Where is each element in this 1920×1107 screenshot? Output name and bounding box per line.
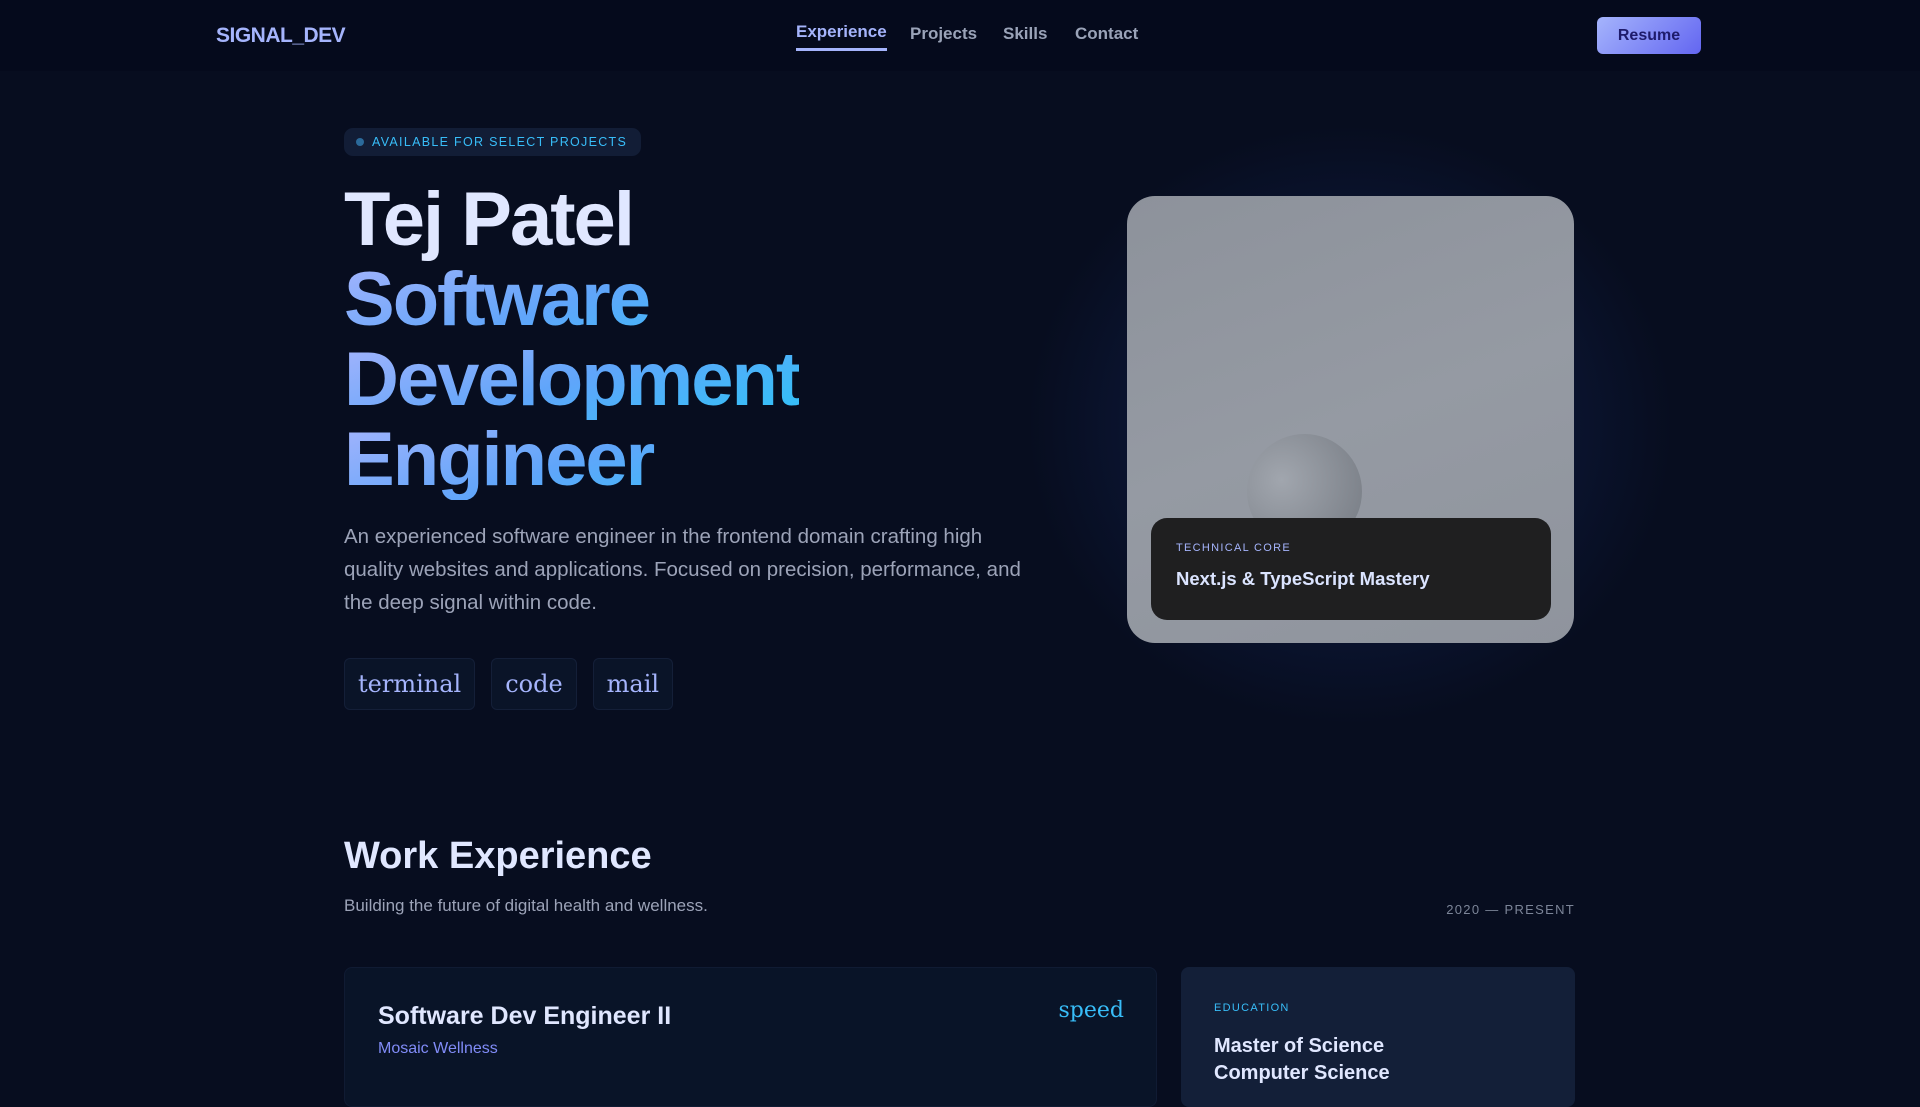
terminal-icon[interactable]: terminal — [344, 658, 476, 710]
caption-label: TECHNICAL CORE — [1176, 542, 1291, 554]
hero-title: Tej Patel Software Development Engineer — [344, 177, 801, 500]
job-card[interactable]: Software Dev Engineer II Mosaic Wellness… — [344, 967, 1157, 1107]
hero-role-line: Engineer — [344, 420, 799, 500]
degree-line: Computer Science — [1214, 1062, 1390, 1084]
nav-skills[interactable]: Skills — [1003, 24, 1047, 44]
tech-core-caption: TECHNICAL CORE Next.js & TypeScript Mast… — [1151, 518, 1551, 620]
section-subtitle: Building the future of digital health an… — [344, 896, 708, 915]
section-title: Work Experience — [344, 835, 652, 877]
speed-icon: speed — [1058, 998, 1125, 1023]
hero-role-line: Development — [344, 337, 801, 422]
mail-icon[interactable]: mail — [592, 658, 674, 710]
hero-role-line: Software — [344, 260, 799, 340]
caption-title: Next.js & TypeScript Mastery — [1176, 568, 1430, 589]
logo[interactable]: SIGNAL_DEV — [216, 24, 346, 48]
icon-links: terminal code mail — [344, 658, 674, 710]
job-role: Software Dev Engineer II — [378, 1002, 672, 1030]
education-card: EDUCATION Master of Science Computer Sci… — [1181, 967, 1575, 1107]
date-range: 2020 — PRESENT — [1446, 902, 1575, 917]
resume-button[interactable]: Resume — [1597, 17, 1701, 54]
availability-badge: AVAILABLE FOR SELECT PROJECTS — [344, 128, 642, 156]
job-company: Mosaic Wellness — [378, 1040, 498, 1057]
hero-description: An experienced software engineer in the … — [344, 525, 1021, 614]
badge-text: AVAILABLE FOR SELECT PROJECTS — [372, 135, 628, 149]
top-nav: SIGNAL_DEV Experience Projects Skills Co… — [0, 0, 1920, 71]
education-degree: Master of Science Computer Science — [1214, 1033, 1390, 1087]
hero-name: Tej Patel — [344, 177, 635, 262]
hero-image-card: TECHNICAL CORE Next.js & TypeScript Mast… — [1127, 196, 1574, 643]
nav-experience[interactable]: Experience — [796, 22, 887, 51]
nav-projects[interactable]: Projects — [910, 24, 977, 44]
degree-line: Master of Science — [1214, 1035, 1385, 1057]
education-label: EDUCATION — [1214, 1002, 1290, 1014]
nav-contact[interactable]: Contact — [1075, 24, 1138, 44]
code-icon[interactable]: code — [491, 658, 577, 710]
status-dot-icon — [356, 138, 364, 146]
